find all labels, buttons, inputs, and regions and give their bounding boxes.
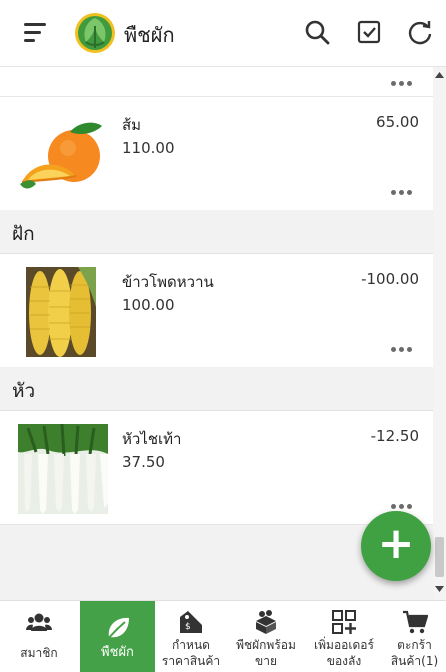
product-price: 65.00 [376,113,419,131]
scroll-down-arrow-icon[interactable] [435,585,444,593]
tab-label-text: กำหนด ราคาสินค้า [161,638,221,668]
scroll-up-arrow-icon[interactable] [435,71,444,79]
tab-label-text: เพิ่มออเดอร์ ของลัง [314,638,374,668]
tab-set-price[interactable]: $ กำหนด ราคาสินค้า [155,601,227,672]
product-quantity: 100.00 [122,296,175,314]
plus-icon: + [377,518,415,569]
section-header: หัว [0,367,433,411]
list-item[interactable] [0,67,433,97]
cart-icon [402,610,428,634]
add-order-icon [332,610,356,634]
tab-label-text: ตะกร้า สินค้า(1) [390,638,439,668]
tab-label-text: พืชผักพร้อม ขาย [236,638,296,668]
app-logo-icon [75,13,115,53]
page-title: พืชผัก [124,23,175,47]
svg-text:$: $ [185,622,191,632]
product-price: -12.50 [370,427,419,445]
product-image [18,424,108,514]
refresh-icon[interactable] [406,18,434,46]
more-options-icon[interactable] [391,81,413,87]
members-icon [26,613,52,631]
product-quantity: 37.50 [122,453,165,471]
more-options-icon[interactable] [391,190,413,196]
produce-box-icon [256,610,276,634]
product-image [26,267,96,357]
tab-add-order[interactable]: เพิ่มออเดอร์ ของลัง [305,601,383,672]
product-price: -100.00 [361,270,419,288]
menu-icon[interactable] [24,23,46,43]
product-name: ข้าวโพดหวาน [122,273,214,291]
tab-cart[interactable]: ตะกร้า สินค้า(1) [383,601,446,672]
tab-label: ตะกร้า สินค้า(1) [383,637,446,669]
list-item[interactable]: ข้าวโพดหวาน 100.00 -100.00 [0,254,433,368]
tab-label: พืชผัก [101,645,134,660]
checkbox-icon[interactable] [355,18,383,46]
add-product-button[interactable]: + [361,511,431,581]
tab-label: พืชผักพร้อม ขาย [227,637,305,669]
product-quantity: 110.00 [122,139,175,157]
leaf-icon [106,617,129,640]
scrollbar[interactable] [433,67,446,600]
bottom-navigation: สมาชิก พืชผัก $ กำหนด ราคาสินค้า พืชผักพ… [0,600,446,672]
list-item[interactable]: หัวไชเท้า 37.50 -12.50 [0,411,433,525]
tab-label: กำหนด ราคาสินค้า [155,637,227,669]
app-bar: พืชผัก [0,0,446,67]
price-tag-icon: $ [180,611,202,633]
product-image [20,122,102,189]
tab-label: เพิ่มออเดอร์ ของลัง [305,637,383,669]
section-title: หัว [12,380,36,402]
section-title: ฝัก [12,223,35,245]
more-options-icon[interactable] [391,504,413,510]
section-header: ฝัก [0,210,433,254]
product-name: หัวไชเท้า [122,430,182,448]
product-name: ส้ม [122,116,142,134]
tab-vegetables[interactable]: พืชผัก [80,601,155,672]
scrollbar-thumb[interactable] [435,537,444,577]
tab-members[interactable]: สมาชิก [0,601,78,672]
search-icon[interactable] [303,18,331,46]
tab-ready-to-sell[interactable]: พืชผักพร้อม ขาย [227,601,305,672]
more-options-icon[interactable] [391,347,413,353]
list-item[interactable]: ส้ม 110.00 65.00 [0,97,433,211]
tab-label: สมาชิก [20,646,58,660]
